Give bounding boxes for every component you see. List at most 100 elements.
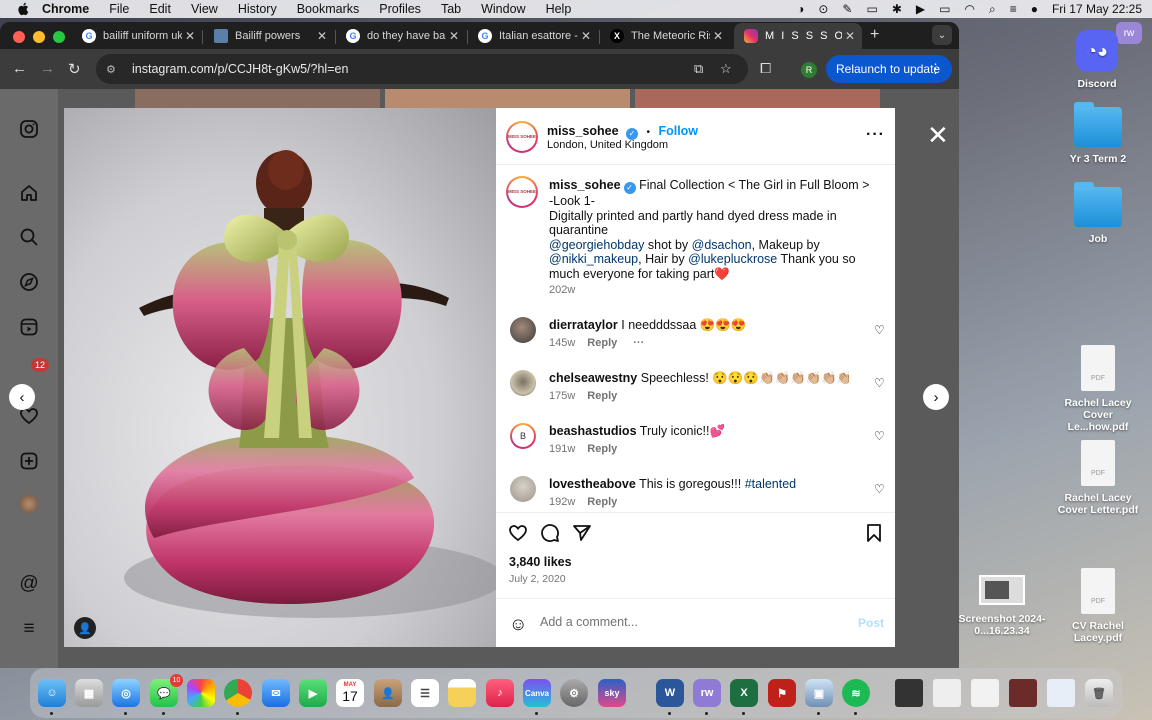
post-options-icon[interactable]: ··· bbox=[866, 126, 885, 144]
likes-count[interactable]: 3,840 likes bbox=[509, 555, 572, 569]
canva-icon[interactable]: Canva bbox=[523, 679, 551, 707]
tab-bailiff-powers[interactable]: Bailiff powers ✕ bbox=[204, 23, 334, 49]
author-avatar[interactable]: MISS SOHEE bbox=[506, 121, 538, 153]
read-write-icon[interactable]: rw bbox=[693, 679, 721, 707]
author-username[interactable]: miss_sohee bbox=[547, 124, 619, 138]
close-tab-icon[interactable]: ✕ bbox=[842, 29, 858, 43]
calendar-icon[interactable]: MAY 17 bbox=[336, 679, 364, 707]
chrome-icon[interactable] bbox=[224, 679, 252, 707]
new-tab-button[interactable]: + bbox=[870, 26, 879, 44]
system-settings-icon[interactable]: ⚙ bbox=[560, 679, 588, 707]
menu-view[interactable]: View bbox=[191, 2, 218, 16]
comment-time[interactable]: 191w bbox=[549, 443, 575, 455]
post-date[interactable]: July 2, 2020 bbox=[509, 573, 566, 585]
profile-avatar[interactable]: R bbox=[801, 62, 817, 78]
cast-icon[interactable]: ⧉ bbox=[694, 61, 703, 77]
excel-icon[interactable]: X bbox=[730, 679, 758, 707]
trash-icon[interactable]: 🗑 bbox=[1085, 679, 1113, 707]
status-icon-3[interactable]: ✎ bbox=[842, 2, 852, 16]
commenter-avatar[interactable] bbox=[510, 476, 536, 502]
reply-button[interactable]: Reply bbox=[587, 443, 617, 455]
music-icon[interactable]: ♪ bbox=[486, 679, 514, 707]
more-menu-icon[interactable]: ≡ bbox=[19, 619, 39, 639]
threads-icon[interactable]: @ bbox=[19, 574, 39, 594]
play-icon[interactable]: ▶ bbox=[916, 2, 925, 16]
notes-icon[interactable] bbox=[448, 679, 476, 707]
menu-history[interactable]: History bbox=[238, 2, 277, 16]
apple-icon[interactable] bbox=[14, 0, 32, 18]
desktop-icon-pdf[interactable]: PDF Rachel Lacey Cover Letter.pdf bbox=[1053, 440, 1143, 516]
commenter-username[interactable]: dierrataylor bbox=[549, 318, 618, 332]
home-icon[interactable] bbox=[19, 183, 39, 203]
close-tab-icon[interactable]: ✕ bbox=[710, 29, 726, 43]
menu-window[interactable]: Window bbox=[481, 2, 525, 16]
close-tab-icon[interactable]: ✕ bbox=[314, 29, 330, 43]
menu-profiles[interactable]: Profiles bbox=[379, 2, 421, 16]
commenter-avatar[interactable] bbox=[510, 370, 536, 396]
recent-image-thumbnail[interactable] bbox=[1009, 679, 1037, 707]
commenter-username[interactable]: lovestheabove bbox=[549, 477, 636, 491]
zoom-window-button[interactable] bbox=[53, 31, 65, 43]
status-icon-2[interactable]: ⊙ bbox=[818, 2, 828, 16]
word-icon[interactable]: W bbox=[656, 679, 684, 707]
share-send-icon[interactable] bbox=[572, 523, 592, 549]
reply-button[interactable]: Reply bbox=[587, 337, 617, 349]
minimize-window-button[interactable] bbox=[33, 31, 45, 43]
preview-icon[interactable]: ▣ bbox=[805, 679, 833, 707]
commenter-username[interactable]: beashastudios bbox=[549, 424, 637, 438]
user-tag-icon[interactable]: 👤 bbox=[74, 617, 96, 639]
commenter-username[interactable]: chelseawestny bbox=[549, 371, 637, 385]
safari-icon[interactable]: ◎ bbox=[112, 679, 140, 707]
post-location[interactable]: London, United Kingdom bbox=[547, 139, 668, 151]
comment-time[interactable]: 145w bbox=[549, 337, 575, 349]
control-center-icon[interactable]: ≡ bbox=[1010, 2, 1017, 16]
bookmark-star-icon[interactable]: ☆ bbox=[720, 61, 732, 77]
comment-time[interactable]: 175w bbox=[549, 390, 575, 402]
follow-button[interactable]: Follow bbox=[658, 124, 698, 138]
desktop-icon-folder-yr3[interactable]: Yr 3 Term 2 bbox=[1053, 102, 1143, 165]
launchpad-icon[interactable]: ▦ bbox=[75, 679, 103, 707]
explore-compass-icon[interactable] bbox=[19, 272, 39, 292]
relaunch-to-update-button[interactable]: Relaunch to update ⋮ bbox=[826, 55, 952, 83]
menu-edit[interactable]: Edit bbox=[149, 2, 171, 16]
recent-document-thumbnail[interactable] bbox=[933, 679, 961, 707]
instagram-logo-icon[interactable] bbox=[19, 119, 39, 139]
tab-bailiff-uniform[interactable]: G bailiff uniform uk ✕ bbox=[72, 23, 202, 49]
tab-search-button[interactable]: ⌄ bbox=[932, 25, 952, 45]
mention-georgiehobday[interactable]: @georgiehobday bbox=[549, 238, 644, 252]
recent-document-thumbnail[interactable] bbox=[1047, 679, 1075, 707]
desktop-icon-pdf[interactable]: PDF CV Rachel Lacey.pdf bbox=[1053, 568, 1143, 644]
post-comment-button[interactable]: Post bbox=[858, 616, 884, 630]
next-post-arrow-icon[interactable]: › bbox=[923, 384, 949, 410]
finder-icon[interactable]: ☺ bbox=[38, 679, 66, 707]
forward-arrow-icon[interactable]: → bbox=[40, 60, 55, 77]
comment-options-icon[interactable]: ··· bbox=[633, 337, 644, 349]
reels-icon[interactable] bbox=[19, 317, 39, 337]
add-comment-input[interactable] bbox=[540, 611, 840, 633]
back-arrow-icon[interactable]: ← bbox=[12, 60, 27, 77]
save-bookmark-icon[interactable] bbox=[864, 523, 884, 549]
like-comment-heart-icon[interactable]: ♡ bbox=[874, 482, 885, 496]
comment-bubble-icon[interactable] bbox=[540, 523, 560, 549]
siri-icon[interactable]: ● bbox=[1031, 2, 1038, 16]
menu-clock[interactable]: Fri 17 May 22:25 bbox=[1052, 2, 1142, 16]
contacts-icon[interactable]: 👤 bbox=[374, 679, 402, 707]
close-tab-icon[interactable]: ✕ bbox=[578, 29, 594, 43]
desktop-icon-folder-job[interactable]: Job bbox=[1053, 182, 1143, 245]
caption-username[interactable]: miss_sohee bbox=[549, 178, 621, 192]
reply-button[interactable]: Reply bbox=[587, 496, 617, 508]
desktop-icon-pdf[interactable]: PDF Rachel Lacey Cover Le...how.pdf bbox=[1053, 345, 1143, 433]
spotify-icon[interactable]: ≋ bbox=[842, 679, 870, 707]
acrobat-icon[interactable]: ⚑ bbox=[768, 679, 796, 707]
reload-icon[interactable]: ↻ bbox=[68, 60, 81, 78]
address-bar[interactable]: ⚙ instagram.com/p/CCJH8t-gKw5/?hl=en ⧉ ☆ bbox=[96, 54, 748, 84]
commenter-avatar[interactable] bbox=[510, 317, 536, 343]
photos-icon[interactable] bbox=[187, 679, 215, 707]
reply-button[interactable]: Reply bbox=[587, 390, 617, 402]
close-modal-icon[interactable]: ✕ bbox=[927, 122, 949, 148]
mail-icon[interactable]: ✉ bbox=[262, 679, 290, 707]
sky-go-icon[interactable]: sky bbox=[598, 679, 626, 707]
menu-bookmarks[interactable]: Bookmarks bbox=[297, 2, 360, 16]
emoji-smiley-icon[interactable]: ☺ bbox=[509, 614, 527, 635]
battery-icon[interactable]: ▭ bbox=[939, 2, 950, 16]
